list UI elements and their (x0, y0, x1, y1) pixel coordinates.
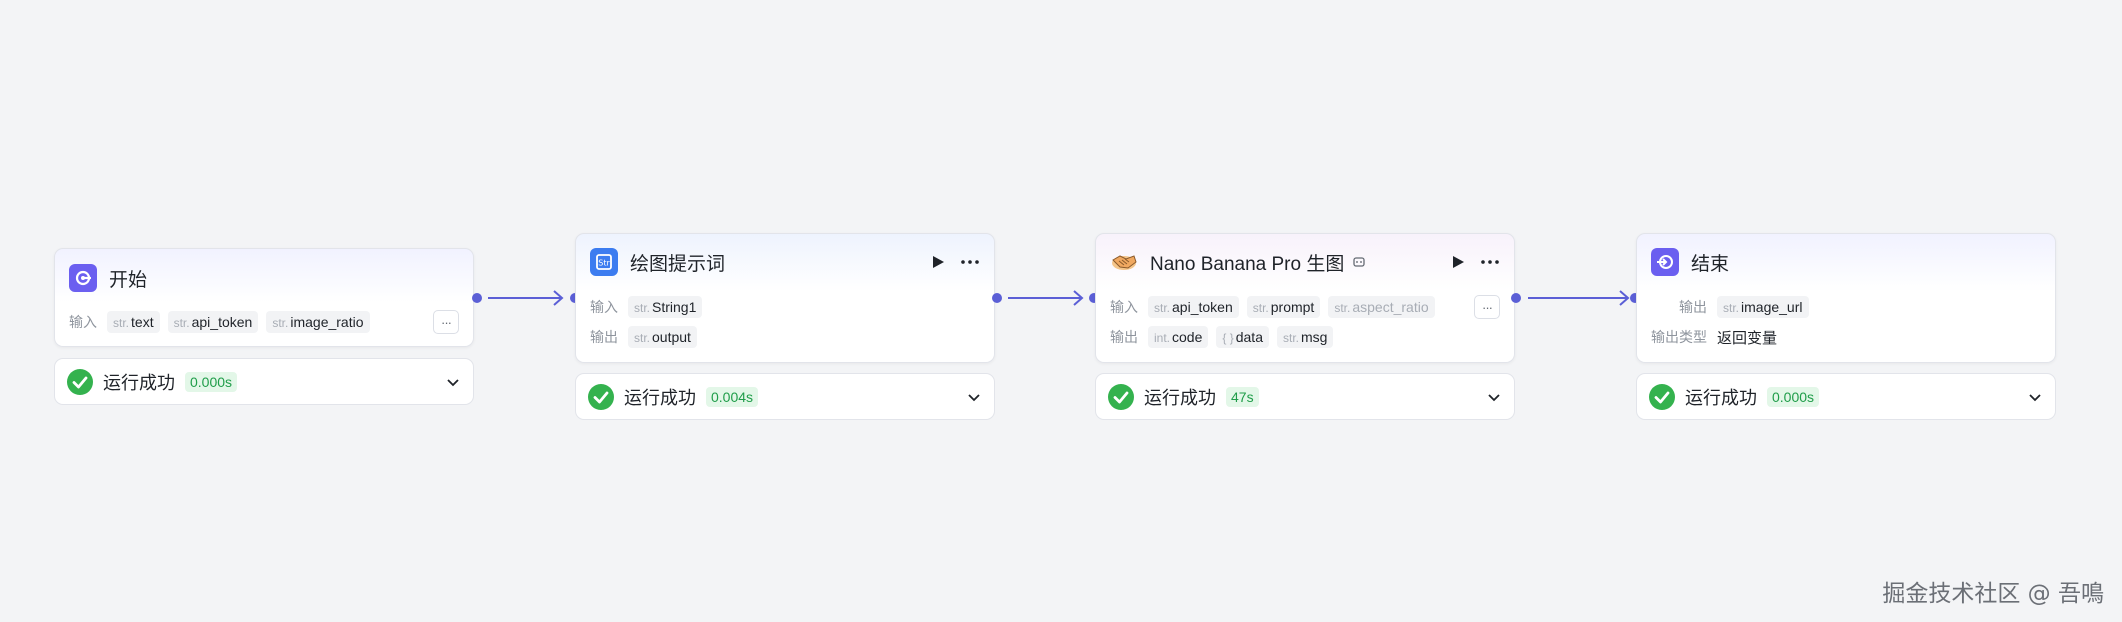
more-icon[interactable] (960, 254, 980, 270)
connection-edge (1008, 290, 1084, 306)
status-time-badge: 0.000s (1767, 386, 1820, 407)
run-play-icon[interactable] (930, 254, 946, 270)
banana-node-title: Nano Banana Pro 生图 (1150, 253, 1345, 275)
prompt-node[interactable]: Str 绘图提示词 输入 str. String1 输出 str. output (575, 233, 995, 363)
success-icon (588, 383, 614, 410)
input-label: 输入 (1110, 299, 1138, 315)
start-node[interactable]: 开始 输入 str. text str. api_token str. image_r… (54, 248, 474, 347)
output-label: 输出 (590, 329, 618, 345)
input-label: 输入 (69, 314, 97, 330)
code-block-icon: Str (590, 248, 618, 276)
chevron-down-icon[interactable] (445, 374, 461, 390)
end-node-title: 结束 (1691, 253, 1730, 275)
more-icon[interactable] (1480, 254, 1500, 270)
start-output-port[interactable] (472, 293, 482, 303)
connection-edge (488, 290, 564, 306)
param-tag: str. image_url (1717, 296, 1809, 318)
param-tag: int. code (1148, 326, 1209, 348)
status-label: 运行成功 (1144, 387, 1216, 408)
nano-banana-node[interactable]: Nano Banana Pro 生图 输入 str. api_token str.… (1095, 233, 1515, 363)
status-time-badge: 0.004s (706, 386, 759, 407)
param-tag: str. aspect_ratio (1328, 296, 1435, 318)
param-tag: str. String1 (628, 296, 703, 318)
param-tag: { } data (1216, 326, 1269, 348)
connection-edge (1528, 290, 1630, 306)
more-params-button[interactable]: ··· (1474, 295, 1500, 319)
status-label: 运行成功 (103, 372, 175, 393)
chevron-down-icon[interactable] (1486, 389, 1502, 405)
status-time-badge: 47s (1226, 386, 1259, 407)
param-tag: str. msg (1276, 326, 1334, 348)
chevron-down-icon[interactable] (966, 389, 982, 405)
prompt-node-title: 绘图提示词 (630, 253, 726, 275)
prompt-output-port[interactable] (992, 293, 1002, 303)
banana-outputs-row: 输出 int. code { } data str. msg (1110, 324, 1500, 350)
output-label: 输出 (1679, 299, 1707, 315)
param-tag: str. image_ratio (266, 311, 370, 333)
start-icon (69, 264, 97, 292)
prompt-status-bar[interactable]: 运行成功 0.004s (575, 373, 995, 420)
input-label: 输入 (590, 299, 618, 315)
start-inputs-row: 输入 str. text str. api_token str. image_rati… (69, 309, 459, 335)
end-status-bar[interactable]: 运行成功 0.000s (1636, 373, 2056, 420)
start-node-title: 开始 (109, 269, 148, 291)
param-tag: str. prompt (1246, 296, 1321, 318)
run-play-icon[interactable] (1450, 254, 1466, 270)
output-label: 输出 (1110, 329, 1138, 345)
status-label: 运行成功 (624, 387, 696, 408)
success-icon (1649, 383, 1675, 410)
watermark: 掘金技术社区 @ 吾鳴 (1882, 581, 2104, 607)
output-type-value: 返回变量 (1717, 329, 1778, 347)
banana-inputs-row: 输入 str. api_token str. prompt str. aspect_r… (1110, 294, 1500, 320)
end-output-type-row: 输出类型 返回变量 (1651, 324, 2041, 350)
status-time-badge: 0.000s (185, 371, 238, 392)
param-tag: str. text (107, 311, 160, 333)
prompt-outputs-row: 输出 str. output (590, 324, 980, 350)
chevron-down-icon[interactable] (2027, 389, 2043, 405)
prompt-inputs-row: 输入 str. String1 (590, 294, 980, 320)
param-tag: str. api_token (167, 311, 259, 333)
param-tag: str. api_token (1148, 296, 1239, 318)
success-icon (1108, 383, 1134, 410)
param-tag: str. output (628, 326, 697, 348)
banana-output-port[interactable] (1511, 293, 1521, 303)
exit-icon (1651, 248, 1679, 276)
end-node[interactable]: 结束 输出 str. image_url 输出类型 返回变量 (1636, 233, 2056, 363)
success-icon (67, 368, 93, 395)
banana-status-bar[interactable]: 运行成功 47s (1095, 373, 1515, 420)
plugin-badge-icon (1353, 257, 1365, 267)
output-type-label: 输出类型 (1651, 329, 1707, 345)
end-outputs-row: 输出 str. image_url (1651, 294, 2041, 320)
handshake-icon (1110, 248, 1138, 276)
start-status-bar[interactable]: 运行成功 0.000s (54, 358, 474, 405)
status-label: 运行成功 (1685, 387, 1757, 408)
svg-text:Str: Str (598, 259, 610, 268)
more-params-button[interactable]: ··· (433, 310, 459, 334)
